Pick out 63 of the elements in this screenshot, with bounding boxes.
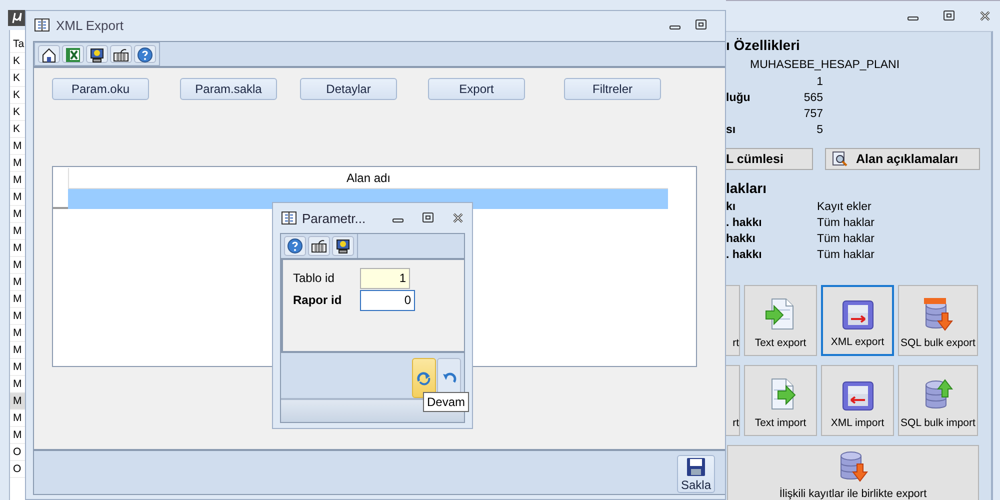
floppy-icon [686, 456, 706, 476]
permission-label: hakkı [726, 232, 756, 247]
permission-value: Tüm haklar [817, 216, 875, 231]
property-value: 565 [802, 91, 823, 106]
keyboard-icon[interactable] [113, 47, 129, 63]
section-title: ı Özellikleri [726, 36, 801, 55]
window-icon [281, 210, 297, 226]
maximize-icon[interactable] [695, 19, 707, 31]
property-value: 1 [816, 75, 823, 90]
spreadsheet-icon[interactable] [65, 47, 81, 63]
computer-icon[interactable] [335, 238, 351, 254]
list-item[interactable]: M [10, 393, 25, 410]
redo-arrow-icon[interactable] [416, 370, 432, 386]
app-logo-icon[interactable] [8, 10, 26, 26]
tooltip: Devam [423, 392, 470, 412]
action-button[interactable]: Detaylar [300, 78, 397, 100]
database-arrow-icon [922, 297, 954, 331]
help-icon[interactable] [137, 47, 153, 63]
computer-icon[interactable] [89, 47, 105, 63]
tool-tile[interactable]: Text import [744, 365, 817, 436]
permission-value: Kayıt ekler [817, 200, 872, 215]
property-value: 5 [816, 123, 823, 138]
maximize-icon[interactable] [943, 10, 955, 22]
close-icon[interactable] [979, 10, 991, 22]
search-icon[interactable] [832, 151, 848, 167]
permission-label: . hakkı [726, 248, 763, 263]
input-field[interactable]: 0 [360, 290, 415, 310]
action-button[interactable]: Filtreler [564, 78, 661, 100]
tool-tile[interactable]: İlişkili kayıtlar ile birlikte export [727, 445, 979, 500]
permission-value: Tüm haklar [817, 248, 875, 263]
window-icon [34, 17, 50, 33]
house-icon[interactable] [41, 47, 57, 63]
maximize-icon[interactable] [422, 212, 434, 224]
section-title: lakları [726, 179, 768, 198]
tool-tile[interactable]: XML import [821, 365, 894, 436]
tool-tile[interactable]: SQL bulk export [898, 285, 978, 356]
property-label: sı [726, 123, 737, 138]
save-button[interactable]: Sakla [677, 455, 715, 493]
tool-tile[interactable]: SQL bulk import [898, 365, 978, 436]
close-icon[interactable] [452, 212, 464, 224]
tool-tile[interactable]: XML export [821, 285, 894, 356]
permission-label: . hakkı [726, 216, 763, 231]
permission-value: Tüm haklar [817, 232, 875, 247]
field-label: Rapor id [293, 293, 343, 307]
permission-label: kı [726, 200, 737, 215]
action-button[interactable]: Export [428, 78, 525, 100]
input-field[interactable]: 1 [360, 268, 410, 288]
field-descriptions-button[interactable]: Alan açıklamaları [825, 148, 980, 170]
action-button[interactable]: Param.sakla [180, 78, 277, 100]
property-value: 757 [802, 107, 823, 122]
table-name: MUHASEBE_HESAP_PLANI [749, 58, 901, 73]
field-label: Tablo id [293, 271, 336, 285]
keyboard-icon[interactable] [311, 238, 327, 254]
dialog-title: Parametr... [302, 210, 367, 226]
window-title: XML Export [56, 18, 124, 32]
property-label: luğu [726, 91, 752, 106]
tool-tile[interactable]: rt [726, 285, 740, 356]
action-button[interactable]: Param.oku [52, 78, 149, 100]
tool-tile[interactable]: Text export [744, 285, 817, 356]
continue-button[interactable] [412, 358, 436, 398]
tool-tile[interactable]: rt [726, 365, 740, 436]
sql-button[interactable]: L cümlesi [726, 148, 813, 170]
help-icon[interactable] [287, 238, 303, 254]
